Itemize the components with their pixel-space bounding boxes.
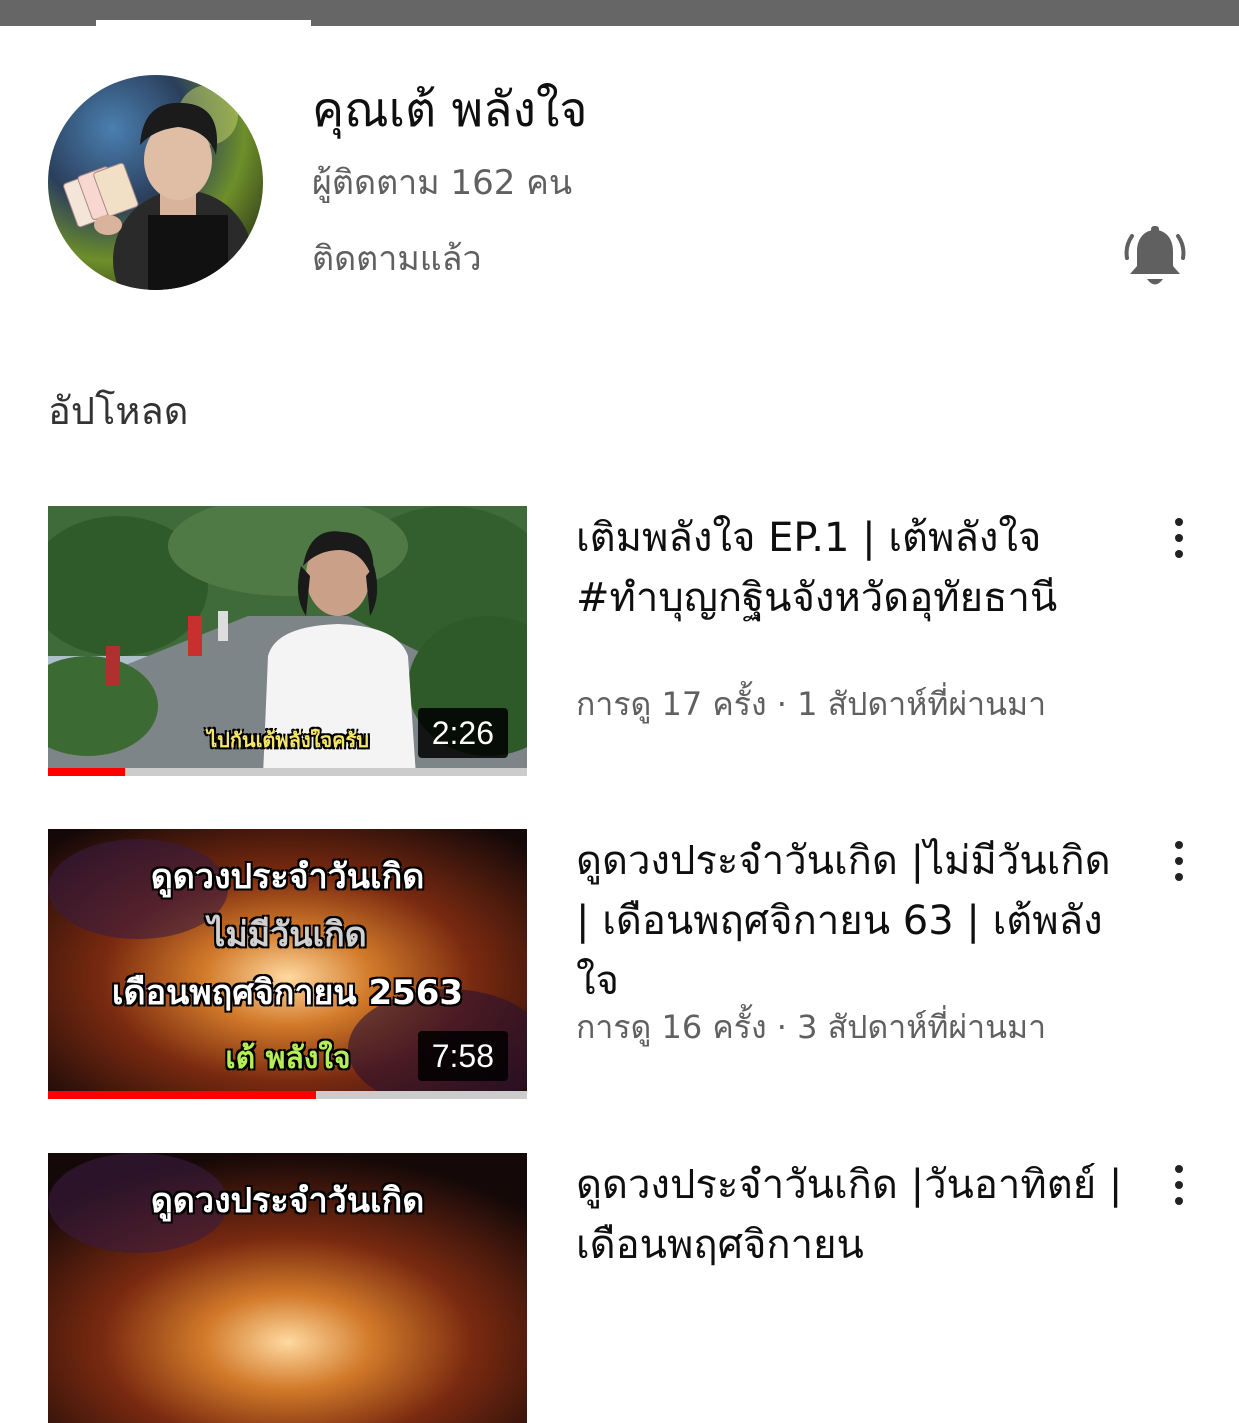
thumbnail-line: ดูดวงประจำวันเกิด — [150, 1181, 425, 1221]
subscriber-count: ผู้ติดตาม 162 คน — [312, 163, 573, 203]
subscribed-button[interactable]: ติดตามแล้ว — [312, 236, 482, 282]
video-duration: 7:58 — [417, 1031, 508, 1081]
uploads-section-title: อัปโหลด — [48, 389, 189, 433]
thumbnail-caption: ไปกันเต้พลังใจครับ — [207, 728, 369, 752]
channel-name: คุณเต้ พลังใจ — [312, 82, 588, 138]
video-meta: การดู 16 ครั้ง · 3 สัปดาห์ที่ผ่านมา — [576, 1008, 1047, 1046]
video-duration: 2:26 — [417, 708, 508, 758]
thumbnail-line: เต้ พลังใจ — [225, 1041, 351, 1076]
more-vert-icon[interactable] — [1162, 1161, 1196, 1211]
more-vert-icon[interactable] — [1162, 837, 1196, 887]
watch-progress-bar — [48, 768, 527, 776]
watch-progress-fill — [48, 1091, 317, 1099]
video-item[interactable]: ไปกันเต้พลังใจครับ 2:26 เติมพลังใจ EP.1 … — [48, 506, 1239, 776]
channel-avatar[interactable] — [48, 75, 263, 290]
watch-progress-bar — [48, 1091, 527, 1099]
thumbnail-line: ไม่มีวันเกิด — [208, 915, 367, 955]
video-item[interactable]: ดูดวงประจำวันเกิด ดูดวงประจำวันเกิด |วัน… — [48, 1153, 1239, 1423]
video-thumbnail[interactable]: ไปกันเต้พลังใจครับ 2:26 — [48, 506, 527, 776]
thumbnail-line: เดือนพฤศจิกายน 2563 — [111, 973, 464, 1013]
more-vert-icon[interactable] — [1162, 514, 1196, 564]
video-title[interactable]: เติมพลังใจ EP.1 | เต้พลังใจ #ทำบุญกฐินจั… — [576, 508, 1136, 628]
bell-ringing-icon[interactable] — [1122, 224, 1188, 292]
thumbnail-line: ดูดวงประจำวันเกิด — [150, 857, 425, 897]
video-item[interactable]: ดูดวงประจำวันเกิด ไม่มีวันเกิด เดือนพฤศจ… — [48, 829, 1239, 1099]
video-title[interactable]: ดูดวงประจำวันเกิด |ไม่มีวันเกิด | เดือนพ… — [576, 831, 1136, 1011]
active-tab-indicator — [96, 20, 311, 26]
video-thumbnail[interactable]: ดูดวงประจำวันเกิด ไม่มีวันเกิด เดือนพฤศจ… — [48, 829, 527, 1099]
watch-progress-fill — [48, 768, 125, 776]
video-title[interactable]: ดูดวงประจำวันเกิด |วันอาทิตย์ | เดือนพฤศ… — [576, 1155, 1136, 1275]
video-meta: การดู 17 ครั้ง · 1 สัปดาห์ที่ผ่านมา — [576, 685, 1047, 723]
video-thumbnail[interactable]: ดูดวงประจำวันเกิด — [48, 1153, 527, 1423]
